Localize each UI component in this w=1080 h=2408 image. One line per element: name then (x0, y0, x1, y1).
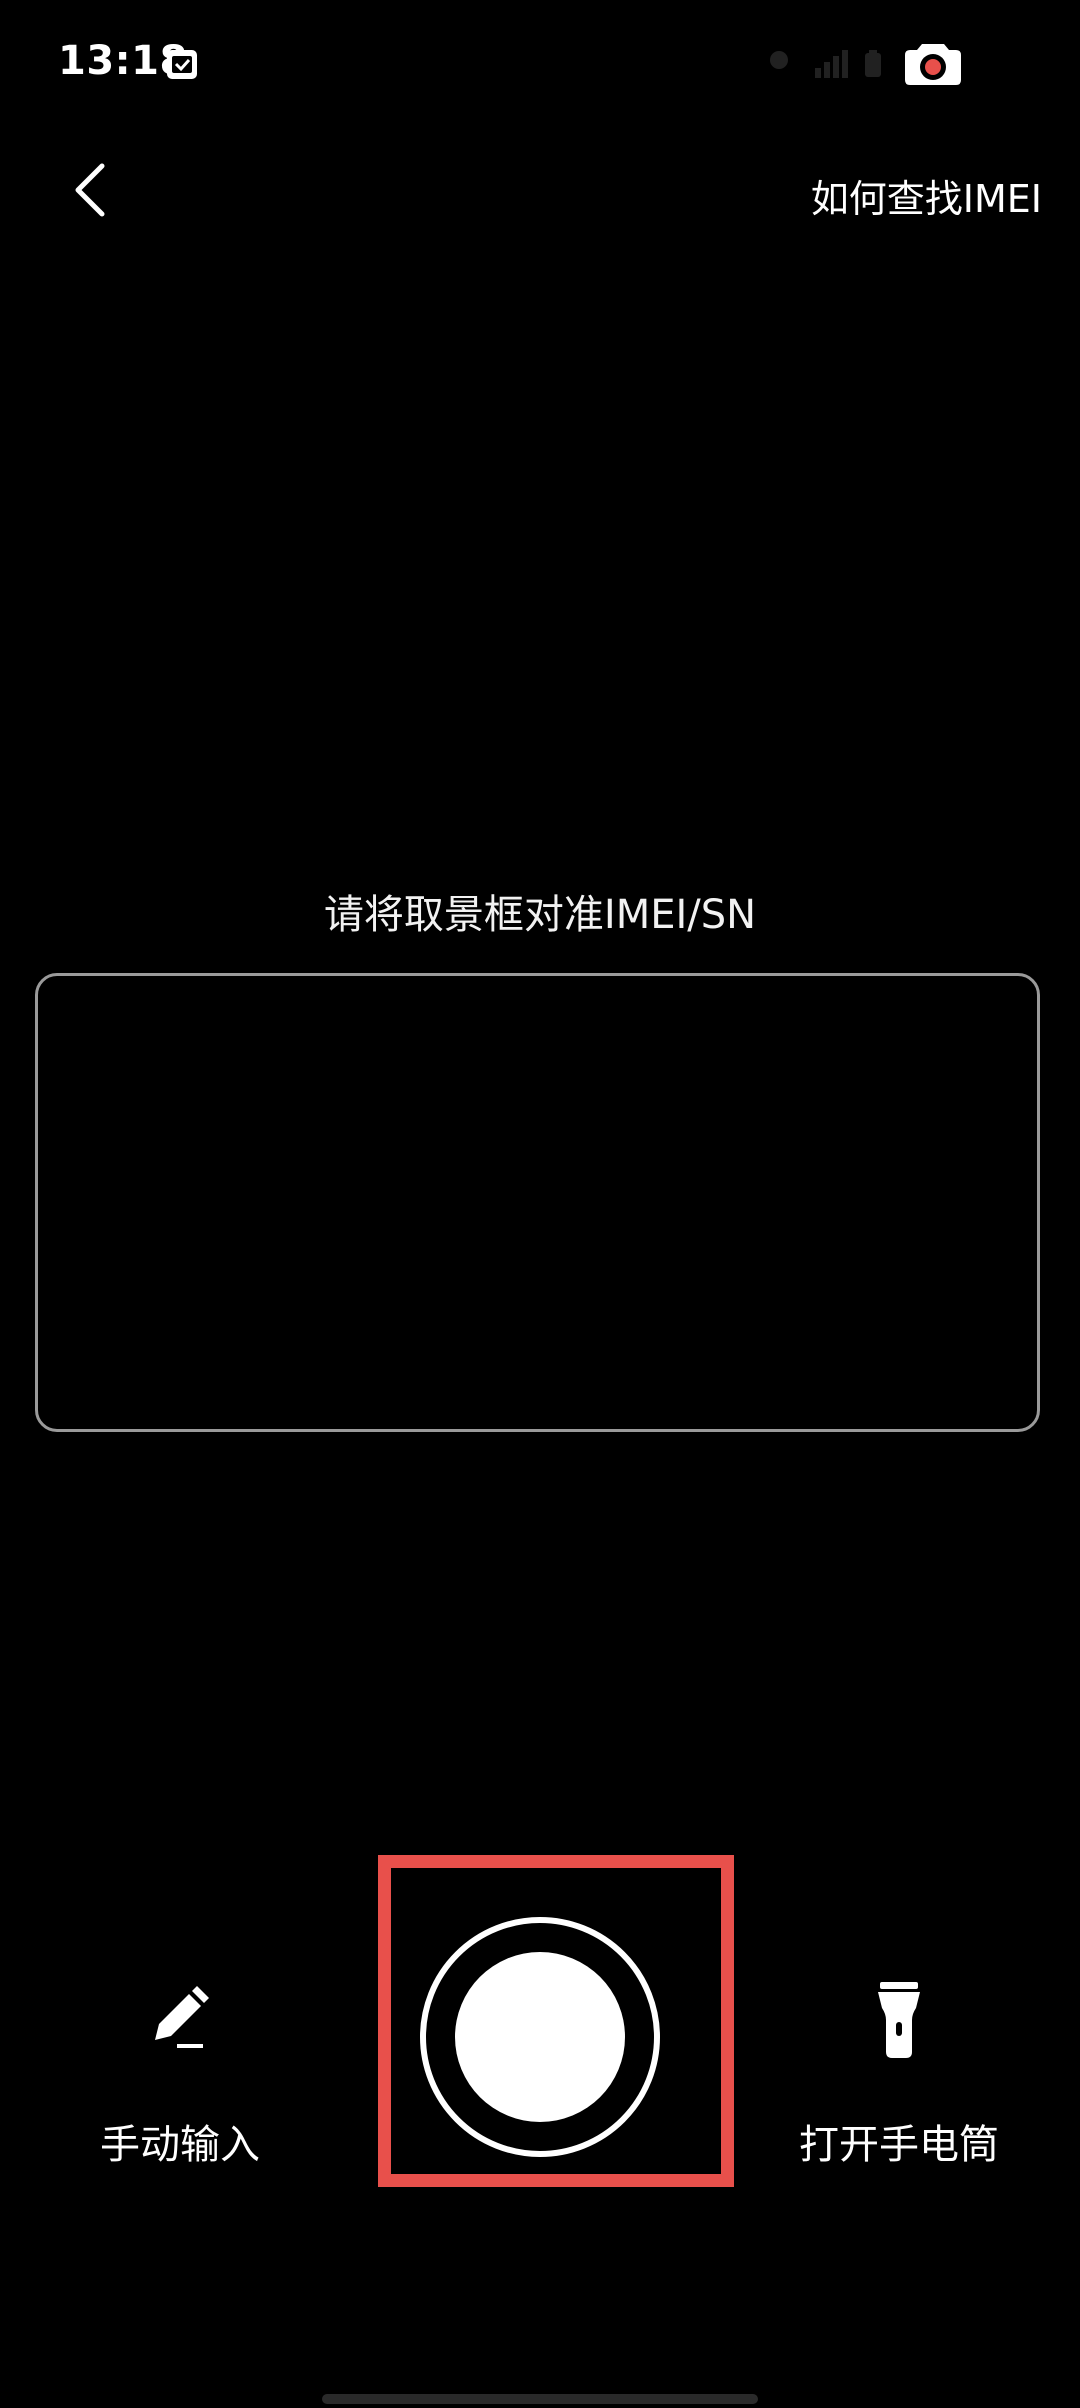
how-to-find-imei-link[interactable]: 如何查找IMEI (811, 168, 1042, 223)
shutter-button-inner (455, 1952, 625, 2122)
shutter-button[interactable] (420, 1917, 660, 2157)
battery-icon (865, 50, 881, 77)
flashlight-icon (878, 1982, 920, 2058)
scan-frame (35, 973, 1040, 1432)
flashlight-button[interactable]: 打开手电筒 (749, 1980, 1049, 2170)
scan-hint: 请将取景框对准IMEI/SN (323, 892, 757, 938)
back-button[interactable] (50, 150, 130, 230)
camera-indicator-icon (905, 44, 961, 85)
calendar-notification-icon (167, 50, 197, 79)
location-icon (770, 51, 788, 69)
status-bar: 13:18 (0, 0, 1080, 130)
pencil-icon (155, 1986, 209, 2048)
chevron-left-icon (75, 163, 105, 217)
flashlight-label: 打开手电筒 (799, 2122, 999, 2168)
manual-input-label: 手动输入 (100, 2122, 260, 2168)
home-indicator[interactable] (322, 2394, 758, 2404)
manual-input-button[interactable]: 手动输入 (30, 1980, 330, 2170)
signal-icon (815, 50, 848, 78)
